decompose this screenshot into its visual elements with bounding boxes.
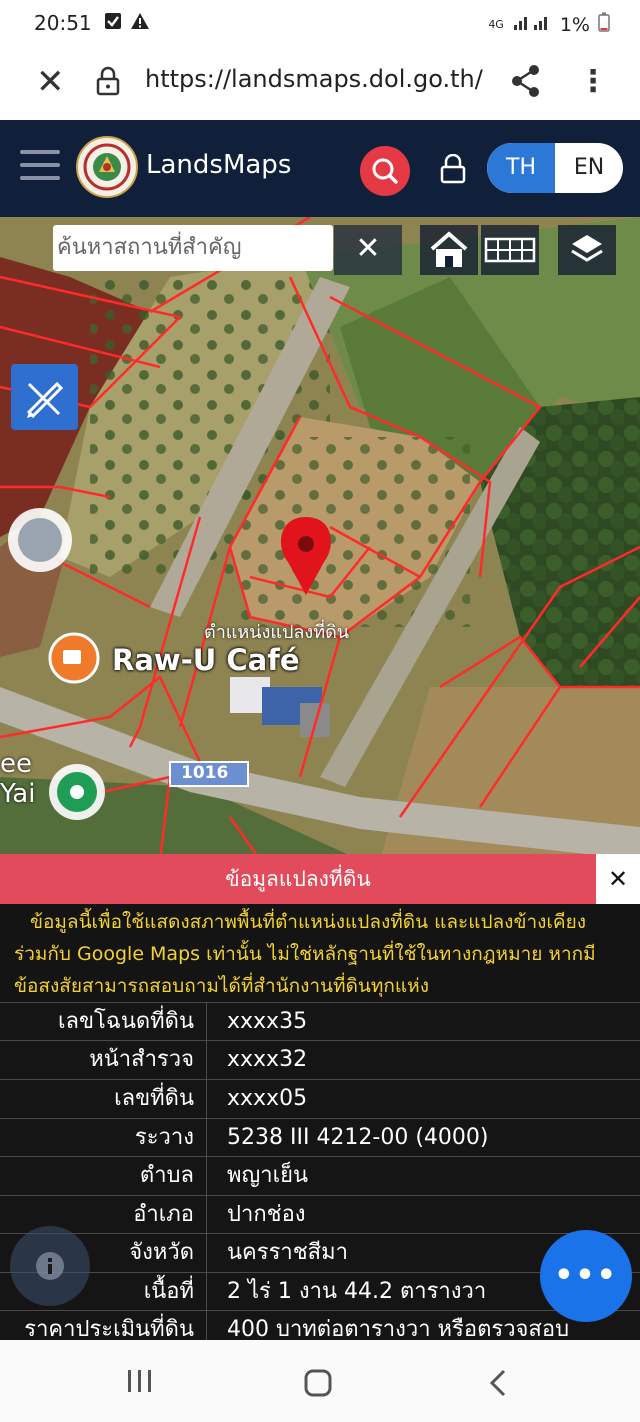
road-number-label: 1016: [181, 763, 229, 783]
url-field[interactable]: https://landsmaps.dol.go.th/: [145, 65, 483, 93]
more-actions-fab[interactable]: •••: [540, 1230, 632, 1322]
map-imagery: [0, 217, 640, 860]
search-button[interactable]: [360, 146, 410, 196]
map-edge-label-2: Yai: [0, 779, 36, 809]
marker-label: ตำแหน่งแปลงที่ดิน: [204, 622, 350, 643]
row-key: เลขโฉนดที่ดิน: [58, 1009, 194, 1034]
row-value: 2 ไร่ 1 งาน 44.2 ตารางวา: [227, 1279, 487, 1304]
grid-icon: [484, 237, 536, 263]
disclaimer-line: ข้อมูลนี้เพื่อใช้แสดงสภาพพื้นที่ตำแหน่งแ…: [30, 911, 587, 933]
info-button[interactable]: [10, 1226, 90, 1306]
back-icon[interactable]: [488, 1368, 508, 1402]
drawing-tool-button[interactable]: [11, 364, 78, 430]
ruler-pencil-icon: [26, 381, 64, 419]
row-key: หน้าสำรวจ: [89, 1047, 194, 1072]
place-label[interactable]: Raw-U Café: [112, 643, 300, 677]
layers-button[interactable]: [558, 225, 616, 275]
status-bar: 20:51 4G 1%: [0, 0, 640, 46]
app-brand[interactable]: LandsMaps: [146, 150, 291, 180]
system-nav-bar: [0, 1340, 640, 1422]
row-key: ตำบล: [139, 1163, 194, 1188]
more-dots-icon: •••: [554, 1258, 618, 1293]
row-value: ปากช่อง: [227, 1202, 306, 1227]
share-icon[interactable]: [510, 64, 542, 102]
table-row: ตำบล พญาเย็น: [0, 1156, 640, 1195]
disclaimer-line: ข้อสงสัยสามารถสอบถามได้ที่สำนักงานที่ดิน…: [14, 975, 429, 997]
row-value: นครราชสีมา: [227, 1240, 348, 1265]
home-icon: [430, 231, 468, 267]
battery-icon: [598, 12, 610, 37]
row-key: ระวาง: [134, 1125, 194, 1150]
hamburger-menu-icon[interactable]: [20, 150, 60, 189]
clear-search-button[interactable]: ✕: [334, 225, 402, 275]
language-toggle: TH EN: [487, 143, 623, 193]
panel-close-button[interactable]: ✕: [596, 854, 640, 904]
more-options-icon[interactable]: ⋮: [578, 62, 608, 102]
status-right: 4G 1%: [488, 12, 610, 37]
battery-label: 1%: [559, 13, 590, 36]
table-row: หน้าสำรวจ xxxx32: [0, 1040, 640, 1079]
lang-en-button[interactable]: EN: [555, 143, 623, 193]
lang-th-button[interactable]: TH: [487, 143, 555, 193]
map-edge-label-1: ee: [0, 749, 32, 779]
lock-icon[interactable]: [96, 66, 120, 100]
table-row: เลขโฉนดที่ดิน xxxx35: [0, 1002, 640, 1041]
checkbox-notification-icon: [104, 12, 122, 35]
disclaimer-line: ร่วมกับ Google Maps เท่านั้น ไม่ใช่หลักฐ…: [14, 943, 596, 965]
table-row: อำเภอ ปากช่อง: [0, 1195, 640, 1234]
table-row: เลขที่ดิน xxxx05: [0, 1079, 640, 1118]
login-lock-icon[interactable]: [440, 153, 466, 188]
close-tab-icon[interactable]: ✕: [36, 62, 65, 102]
satellite-map[interactable]: ตำแหน่งแปลงที่ดิน Raw-U Café 1016 ee Yai: [0, 217, 640, 860]
layers-icon: [571, 235, 603, 262]
disclaimer: ข้อมูลนี้เพื่อใช้แสดงสภาพพื้นที่ตำแหน่งแ…: [0, 904, 640, 1002]
network-label: 4G: [488, 18, 504, 31]
row-value: xxxx35: [227, 1009, 308, 1034]
row-key: เลขที่ดิน: [114, 1086, 194, 1111]
row-value: xxxx05: [227, 1086, 308, 1111]
home-nav-icon[interactable]: [303, 1368, 333, 1402]
search-icon: [372, 158, 398, 184]
home-button[interactable]: [420, 225, 478, 275]
browser-toolbar: ✕ https://landsmaps.dol.go.th/ ⋮: [0, 46, 640, 121]
info-icon: [36, 1252, 64, 1280]
panel-title: ข้อมูลแปลงที่ดิน: [0, 854, 596, 904]
place-search-input[interactable]: ค้นหาสถานที่สำคัญ: [53, 225, 333, 271]
row-value: พญาเย็น: [227, 1163, 309, 1188]
warning-icon: [130, 12, 150, 35]
signal-icon: [512, 13, 552, 36]
row-value: 5238 III 4212-00 (4000): [227, 1125, 489, 1150]
recent-apps-icon[interactable]: [126, 1368, 154, 1398]
grid-button[interactable]: [481, 225, 539, 275]
row-value: xxxx32: [227, 1047, 308, 1072]
table-divider: [206, 1002, 207, 1340]
status-time: 20:51: [34, 11, 92, 35]
dol-logo: [76, 136, 138, 198]
table-row: ระวาง 5238 III 4212-00 (4000): [0, 1118, 640, 1157]
